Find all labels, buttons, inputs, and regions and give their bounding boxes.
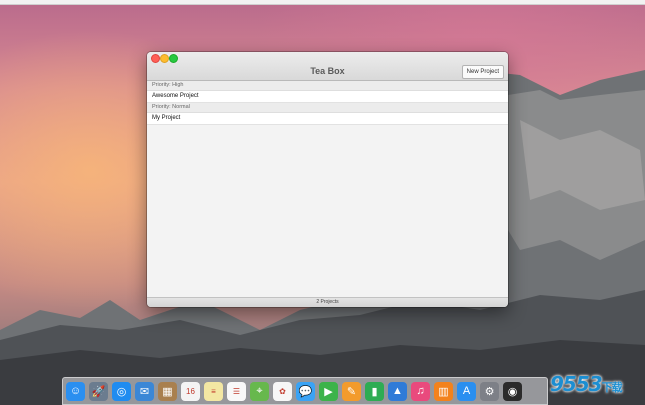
facetime-icon[interactable]: ▶ (319, 381, 338, 401)
reminders-icon[interactable]: ☰ (227, 381, 246, 401)
photos-icon[interactable]: ✿ (273, 381, 292, 401)
project-list: Priority: High Awesome Project Priority:… (147, 81, 508, 297)
activity-monitor-icon[interactable]: ◉ (503, 381, 522, 401)
itunes-icon[interactable]: ♫ (411, 381, 430, 401)
watermark-number: 9553 (550, 372, 603, 396)
calendar-icon[interactable]: 16 (181, 381, 200, 401)
dock: ☺ 🚀 ◎ ✉ ▦ 16 ≡ ☰ ⌖ ✿ 💬 ▶ ✎ ▮ ▲ ♫ ▥ A ⚙ ◉ (62, 377, 548, 405)
tea-box-window: Tea Box New Project Priority: High Aweso… (147, 52, 508, 307)
ibooks-icon[interactable]: ▥ (434, 381, 453, 401)
pages-icon[interactable]: ✎ (342, 381, 361, 401)
status-bar: 2 Projects (147, 297, 508, 307)
section-header-normal: Priority: Normal (147, 103, 508, 113)
minimize-button[interactable] (160, 54, 169, 63)
launchpad-icon[interactable]: 🚀 (89, 381, 108, 401)
contacts-icon[interactable]: ▦ (158, 381, 177, 401)
messages-icon[interactable]: 💬 (296, 381, 315, 401)
project-row[interactable]: Awesome Project (147, 91, 508, 103)
watermark-sub: 下载 (601, 381, 623, 394)
zoom-button[interactable] (169, 54, 178, 63)
new-project-button[interactable]: New Project (461, 65, 504, 79)
watermark-logo: 9553下载 (550, 372, 642, 402)
window-title: Tea Box (310, 66, 345, 76)
mail-icon[interactable]: ✉ (135, 381, 154, 401)
system-preferences-icon[interactable]: ⚙ (480, 381, 499, 401)
numbers-icon[interactable]: ▮ (365, 381, 384, 401)
title-bar: Tea Box New Project (147, 52, 508, 81)
section-header-high: Priority: High (147, 81, 508, 91)
finder-icon[interactable]: ☺ (66, 381, 85, 401)
safari-icon[interactable]: ◎ (112, 381, 131, 401)
project-row[interactable]: My Project (147, 113, 508, 125)
maps-icon[interactable]: ⌖ (250, 381, 269, 401)
notes-icon[interactable]: ≡ (204, 381, 223, 401)
app-store-icon[interactable]: A (457, 381, 476, 401)
close-button[interactable] (151, 54, 160, 63)
keynote-icon[interactable]: ▲ (388, 381, 407, 401)
